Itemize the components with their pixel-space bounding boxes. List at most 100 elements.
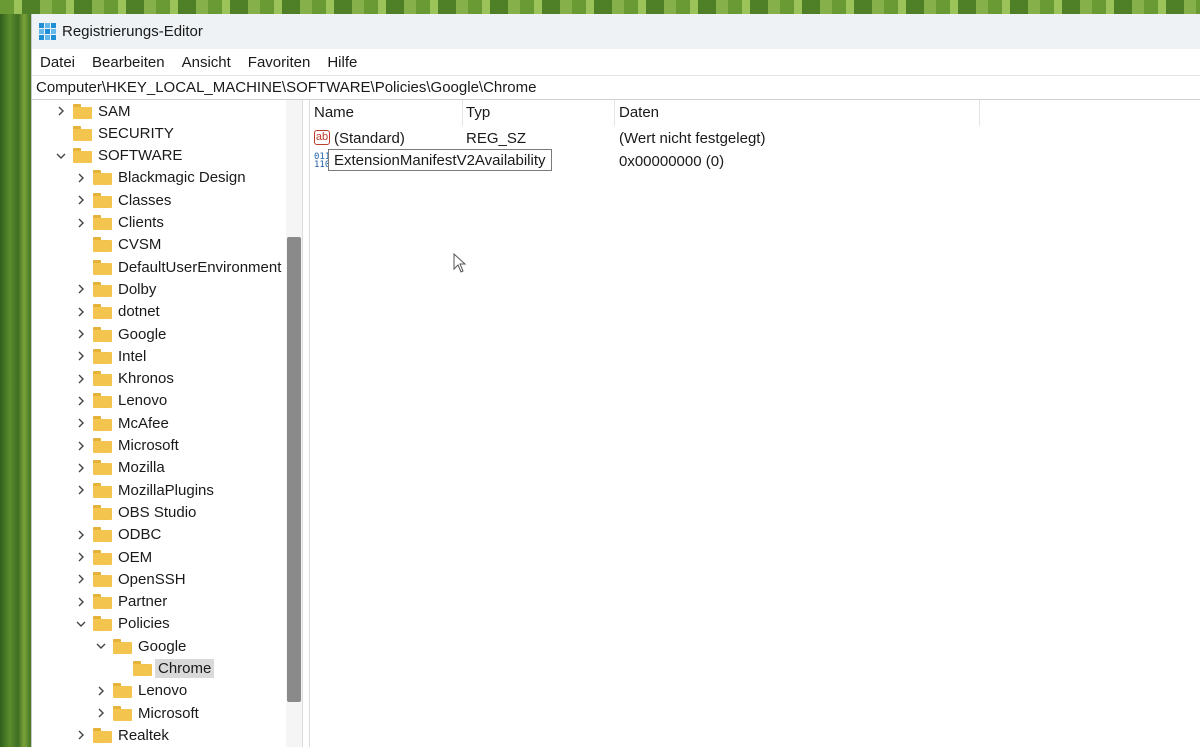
tree-item[interactable]: Intel	[74, 345, 149, 367]
tree-item[interactable]: Chrome	[114, 658, 215, 680]
chevron-right-icon[interactable]	[94, 706, 108, 720]
tree-scrollbar[interactable]	[286, 100, 302, 747]
chevron-right-icon[interactable]	[74, 528, 88, 542]
folder-icon	[93, 438, 112, 453]
tree-item[interactable]: CVSM	[74, 234, 164, 256]
tree-item[interactable]: OEM	[74, 546, 155, 568]
tree-scroll-thumb[interactable]	[287, 237, 301, 702]
registry-editor-icon	[39, 23, 56, 40]
tree-item[interactable]: McAfee	[74, 412, 172, 434]
tree-item[interactable]: SECURITY	[54, 122, 177, 144]
key-tree: SAM SECURITY SOFTWARE Blackmagic Design Clas…	[32, 100, 302, 747]
chevron-right-icon[interactable]	[74, 550, 88, 564]
tree-item[interactable]: Partner	[74, 591, 170, 613]
chevron-right-icon[interactable]	[74, 461, 88, 475]
pane-splitter[interactable]	[302, 100, 310, 747]
folder-icon	[93, 215, 112, 230]
chevron-right-icon[interactable]	[74, 193, 88, 207]
tree-item[interactable]: Blackmagic Design	[74, 167, 249, 189]
folder-icon	[93, 192, 112, 208]
chevron-right-icon[interactable]	[74, 282, 88, 296]
folder-icon	[93, 326, 112, 342]
chevron-right-icon[interactable]	[74, 394, 88, 408]
tree-item[interactable]: OBS Studio	[74, 501, 199, 523]
folder-icon	[93, 415, 112, 431]
column-type[interactable]: Typ	[466, 104, 490, 121]
tree-item[interactable]: Mozilla	[74, 457, 168, 479]
tree-item[interactable]: Realtek	[74, 724, 172, 746]
tree-item-label: McAfee	[118, 414, 169, 432]
folder-icon	[93, 237, 112, 253]
address-bar[interactable]: Computer\HKEY_LOCAL_MACHINE\SOFTWARE\Pol…	[32, 75, 1200, 100]
folder-icon	[73, 125, 92, 141]
tree-item-label: dotnet	[118, 303, 160, 321]
tree-item[interactable]: Lenovo	[94, 680, 190, 702]
tree-item-label: OEM	[118, 548, 153, 566]
menu-bar: Datei Bearbeiten Ansicht Favoriten Hilfe	[32, 49, 1200, 75]
menu-bearbeiten[interactable]: Bearbeiten	[86, 54, 171, 71]
tree-item[interactable]: MozillaPlugins	[74, 479, 217, 501]
tree-item[interactable]: OpenSSH	[74, 568, 189, 590]
chevron-right-icon[interactable]	[74, 728, 88, 742]
folder-icon	[113, 705, 132, 721]
chevron-right-icon[interactable]	[74, 572, 88, 586]
folder-icon	[93, 393, 112, 409]
value-row[interactable]: 011 110 0x00000000 (0)	[310, 149, 1200, 173]
folder-icon	[93, 170, 112, 186]
regedit-window: Registrierungs-Editor Datei Bearbeiten A…	[31, 14, 1200, 747]
chevron-right-icon[interactable]	[74, 171, 88, 185]
chevron-right-icon[interactable]	[74, 349, 88, 363]
tree-item[interactable]: ODBC	[74, 524, 164, 546]
title-bar[interactable]: Registrierungs-Editor	[32, 14, 1200, 49]
tree-item[interactable]: Classes	[74, 189, 174, 211]
rename-input[interactable]	[328, 149, 552, 171]
tree-item-label: CVSM	[118, 236, 162, 254]
tree-item[interactable]: Khronos	[74, 368, 177, 390]
folder-icon	[93, 571, 112, 587]
tree-item[interactable]: Clients	[74, 212, 167, 234]
chevron-right-icon[interactable]	[74, 483, 88, 497]
chevron-right-icon[interactable]	[74, 305, 88, 319]
folder-icon	[93, 304, 112, 320]
menu-ansicht[interactable]: Ansicht	[176, 54, 237, 71]
tree-item-label: ODBC	[118, 526, 162, 544]
chevron-right-icon[interactable]	[74, 327, 88, 341]
chevron-right-icon[interactable]	[74, 439, 88, 453]
tree-item[interactable]: Microsoft	[94, 702, 202, 724]
tree-item[interactable]: Lenovo	[74, 390, 170, 412]
tree-item[interactable]: Policies	[74, 613, 173, 635]
chevron-down-icon[interactable]	[74, 617, 88, 631]
menu-hilfe[interactable]: Hilfe	[321, 54, 363, 71]
tree-item[interactable]: SOFTWARE	[54, 145, 185, 167]
tree-item[interactable]: Dolby	[74, 278, 159, 300]
tree-item-label: Lenovo	[118, 392, 168, 410]
chevron-right-icon[interactable]	[54, 104, 68, 118]
value-row[interactable]: ab (Standard) REG_SZ (Wert nicht festgel…	[310, 128, 1200, 150]
tree-item[interactable]: Microsoft	[74, 435, 182, 457]
tree-item-label: Clients	[118, 214, 164, 231]
folder-icon	[93, 549, 112, 565]
tree-item-label: Intel	[118, 347, 147, 365]
tree-item[interactable]: SAM	[54, 100, 134, 122]
menu-favoriten[interactable]: Favoriten	[242, 54, 317, 71]
tree-item[interactable]: dotnet	[74, 301, 163, 323]
chevron-down-icon[interactable]	[94, 639, 108, 653]
chevron-right-icon[interactable]	[74, 372, 88, 386]
tree-item[interactable]: DefaultUserEnvironment	[74, 256, 284, 278]
column-name[interactable]: Name	[314, 104, 354, 121]
tree-item[interactable]: Google	[74, 323, 169, 345]
chevron-right-icon[interactable]	[94, 684, 108, 698]
chevron-down-icon[interactable]	[54, 149, 68, 163]
column-data[interactable]: Daten	[619, 104, 659, 121]
value-data: 0x00000000 (0)	[619, 153, 725, 170]
window-title: Registrierungs-Editor	[62, 23, 203, 40]
folder-icon	[113, 683, 132, 699]
chevron-right-icon[interactable]	[74, 416, 88, 430]
chevron-right-icon[interactable]	[74, 595, 88, 609]
value-list-header: Name Typ Daten	[310, 100, 1200, 126]
menu-datei[interactable]: Datei	[34, 54, 81, 71]
chevron-right-icon[interactable]	[74, 216, 88, 230]
address-path[interactable]: Computer\HKEY_LOCAL_MACHINE\SOFTWARE\Pol…	[36, 79, 536, 96]
string-value-icon: ab	[314, 130, 330, 145]
tree-item[interactable]: Google	[94, 635, 189, 657]
